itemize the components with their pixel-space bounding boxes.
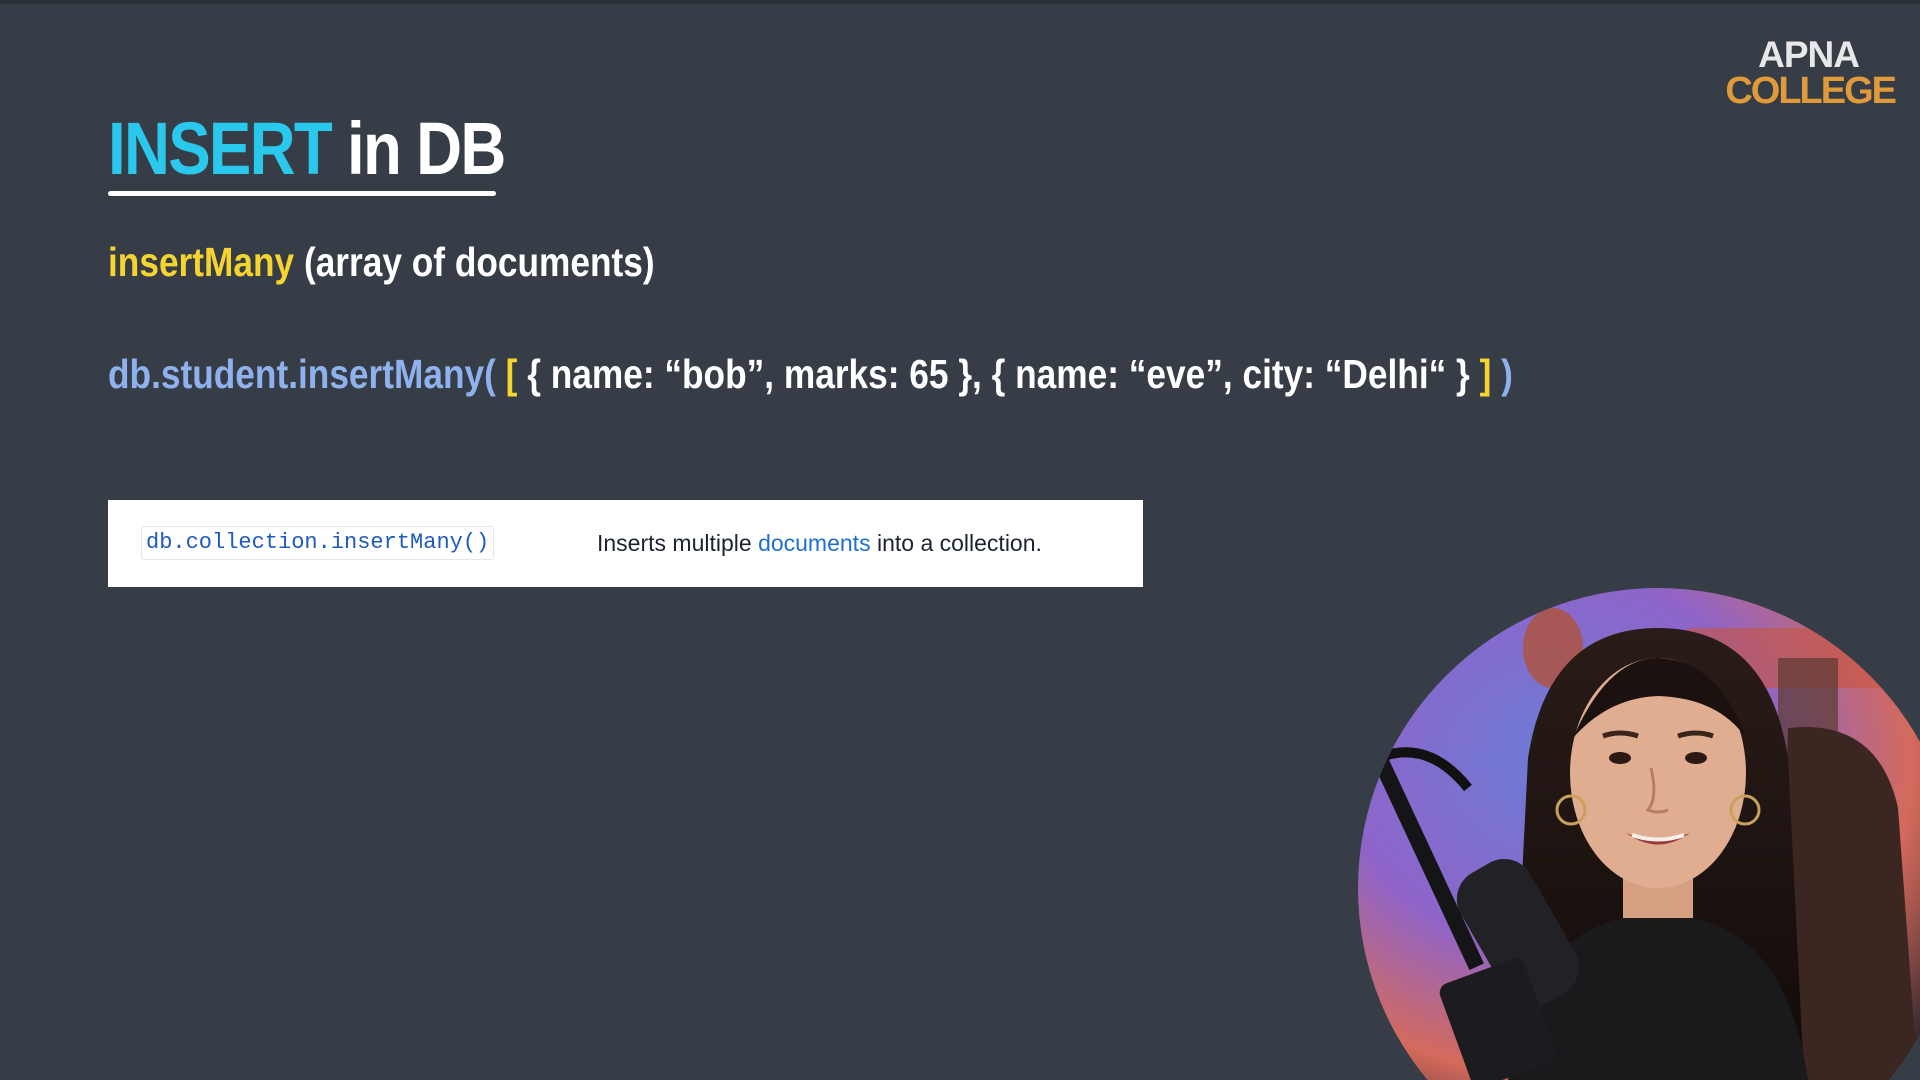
code-close-paren: ) (1491, 351, 1513, 397)
presenter-webcam (1358, 588, 1920, 1080)
presenter-webcam-icon (1358, 588, 1920, 1080)
doc-desc-before: Inserts multiple (597, 530, 759, 556)
subtitle-method: insertMany (108, 239, 295, 285)
title-underline (108, 191, 496, 196)
doc-method-code[interactable]: db.collection.insertMany() (141, 526, 495, 561)
code-arguments: { name: “bob”, marks: 65 }, { name: “eve… (517, 351, 1480, 397)
code-close-bracket: ] (1479, 351, 1492, 397)
title-keyword: INSERT (108, 107, 333, 190)
code-open-bracket: [ (505, 351, 518, 397)
logo-line-college: COLLEGE (1725, 70, 1897, 112)
logo-line-apna: APNA (1758, 34, 1860, 75)
subtitle-description: (array of documents) (294, 239, 655, 285)
slide-subtitle: insertMany (array of documents) (108, 238, 655, 287)
slide-title: INSERT in DB (108, 112, 506, 186)
doc-desc-after: into a collection. (870, 530, 1042, 556)
doc-reference-box: db.collection.insertMany() Inserts multi… (108, 500, 1143, 587)
code-call: db.student.insertMany( (108, 351, 506, 397)
top-border (0, 0, 1920, 4)
apna-college-logo: APNA COLLEGE (1725, 34, 1897, 112)
documents-link[interactable]: documents (758, 530, 871, 556)
title-rest: in DB (331, 107, 506, 190)
code-example: db.student.insertMany( [ { name: “bob”, … (108, 350, 1513, 399)
doc-description: Inserts multiple documents into a collec… (597, 530, 1042, 558)
